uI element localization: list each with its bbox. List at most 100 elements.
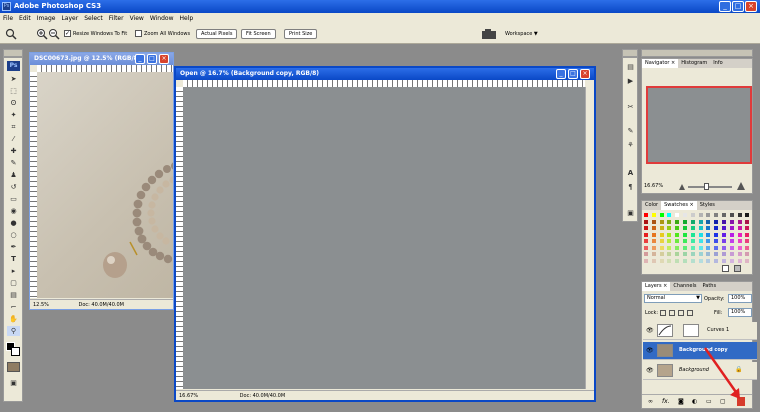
swatch[interactable] <box>643 218 649 225</box>
doc2-close-button[interactable]: × <box>580 69 590 79</box>
swatch[interactable] <box>736 238 743 244</box>
marquee-tool-icon[interactable]: ⬚ <box>7 86 20 96</box>
swatch[interactable] <box>713 244 720 251</box>
swatch[interactable] <box>689 225 696 231</box>
swatch[interactable] <box>650 225 657 231</box>
actions-panel-icon[interactable]: ▶ <box>624 76 637 86</box>
swatch[interactable] <box>682 251 688 257</box>
blend-mode-select[interactable]: Normal ▼ <box>644 294 702 303</box>
zoom-out-small-icon[interactable] <box>678 183 686 191</box>
swatch[interactable] <box>658 238 665 244</box>
background-color-swatch[interactable] <box>11 347 20 356</box>
visibility-eye-icon[interactable]: 👁 <box>646 347 654 354</box>
opacity-input[interactable]: 100% <box>728 294 752 303</box>
zoom-tool-icon[interactable] <box>5 28 17 40</box>
eyedropper-tool-icon[interactable]: ⌐ <box>7 302 20 312</box>
swatch[interactable] <box>744 218 751 225</box>
swatch[interactable] <box>643 251 649 257</box>
photo-canvas[interactable] <box>37 72 173 298</box>
swatch[interactable] <box>697 238 704 244</box>
tab-histogram[interactable]: Histogram <box>678 59 710 68</box>
doc1-minimize-button[interactable]: _ <box>135 54 145 64</box>
notes-tool-icon[interactable]: ▤ <box>7 290 20 300</box>
actual-pixels-button[interactable]: Actual Pixels <box>196 29 238 39</box>
swatch[interactable] <box>736 251 743 257</box>
swatch[interactable] <box>689 257 696 264</box>
swatch[interactable] <box>744 231 751 238</box>
workspace-icon[interactable] <box>482 29 496 39</box>
swatch[interactable] <box>674 218 681 225</box>
paint-bucket-tool-icon[interactable]: ◉ <box>7 206 20 216</box>
crop-tool-icon[interactable]: ⌗ <box>7 122 20 132</box>
zoom-all-windows-checkbox[interactable] <box>135 30 142 37</box>
add-mask-icon[interactable]: ◙ <box>678 398 684 405</box>
swatch[interactable] <box>666 244 673 251</box>
swatch[interactable] <box>643 238 649 244</box>
close-button[interactable]: × <box>745 1 757 12</box>
adjustment-layer-icon[interactable]: ◐ <box>692 398 697 405</box>
swatch[interactable] <box>674 251 681 257</box>
swatch[interactable] <box>744 238 751 244</box>
lock-pixels-icon[interactable] <box>669 310 675 316</box>
lock-all-icon[interactable] <box>687 310 693 316</box>
swatch[interactable] <box>728 244 735 251</box>
swatch[interactable] <box>736 257 743 264</box>
menu-view[interactable]: View <box>127 13 147 24</box>
type-tool-icon[interactable]: T <box>7 254 20 264</box>
swatch[interactable] <box>744 257 751 264</box>
swatch[interactable] <box>682 238 688 244</box>
zoom-out-icon[interactable] <box>48 28 60 40</box>
swatch[interactable] <box>728 238 735 244</box>
navigator-zoom-value[interactable]: 16.67% <box>644 183 663 189</box>
swatch[interactable] <box>666 231 673 238</box>
swatch[interactable] <box>697 231 704 238</box>
swatch[interactable] <box>705 225 712 231</box>
paragraph-panel-icon[interactable]: ¶ <box>624 182 637 192</box>
swatch[interactable] <box>666 238 673 244</box>
fill-input[interactable]: 100% <box>728 308 752 317</box>
swatch[interactable] <box>721 225 727 231</box>
swatch[interactable] <box>736 218 743 225</box>
doc1-maximize-button[interactable]: □ <box>147 54 157 64</box>
swatch[interactable] <box>650 218 657 225</box>
history-panel-icon[interactable]: ▤ <box>624 62 637 72</box>
swatch[interactable] <box>689 231 696 238</box>
swatch[interactable] <box>713 218 720 225</box>
swatch[interactable] <box>643 212 649 218</box>
menu-layer[interactable]: Layer <box>58 13 81 24</box>
swatch[interactable] <box>736 231 743 238</box>
swatch[interactable] <box>689 218 696 225</box>
swatch[interactable] <box>682 244 688 251</box>
character-panel-icon[interactable]: A <box>624 168 637 178</box>
screen-mode-icon[interactable]: ▣ <box>7 378 20 388</box>
swatch[interactable] <box>658 231 665 238</box>
swatch[interactable] <box>674 244 681 251</box>
doc1-close-button[interactable]: × <box>159 54 169 64</box>
delete-swatch-icon[interactable] <box>734 265 741 272</box>
swatch[interactable] <box>728 251 735 257</box>
swatch[interactable] <box>728 225 735 231</box>
lasso-tool-icon[interactable]: ʘ <box>7 98 20 108</box>
zoom-slider[interactable] <box>688 186 732 188</box>
document-window-dsc00673[interactable]: DSC00673.jpg @ 12.5% (RGB/8) _ □ × 12.5%… <box>29 52 174 310</box>
swatch[interactable] <box>666 218 673 225</box>
swatch[interactable] <box>658 257 665 264</box>
healing-brush-tool-icon[interactable]: ✚ <box>7 146 20 156</box>
swatch[interactable] <box>689 238 696 244</box>
minimize-button[interactable]: _ <box>719 1 731 12</box>
doc1-zoom-level[interactable]: 12.5% <box>33 302 49 308</box>
clone-source-icon[interactable]: ⚘ <box>624 140 637 150</box>
image-canvas[interactable] <box>183 87 585 389</box>
path-selection-tool-icon[interactable]: ▸ <box>7 266 20 276</box>
menu-window[interactable]: Window <box>147 13 177 24</box>
zoom-tool-button-icon[interactable]: ⚲ <box>7 326 20 336</box>
swatch[interactable] <box>728 212 735 218</box>
swatch[interactable] <box>650 231 657 238</box>
swatch[interactable] <box>728 257 735 264</box>
swatch[interactable] <box>728 231 735 238</box>
swatch[interactable] <box>674 212 681 218</box>
slice-tool-icon[interactable]: ⁄ <box>7 134 20 144</box>
visibility-eye-icon[interactable]: 👁 <box>646 327 654 334</box>
tab-styles[interactable]: Styles <box>697 201 718 210</box>
history-brush-tool-icon[interactable]: ↺ <box>7 182 20 192</box>
